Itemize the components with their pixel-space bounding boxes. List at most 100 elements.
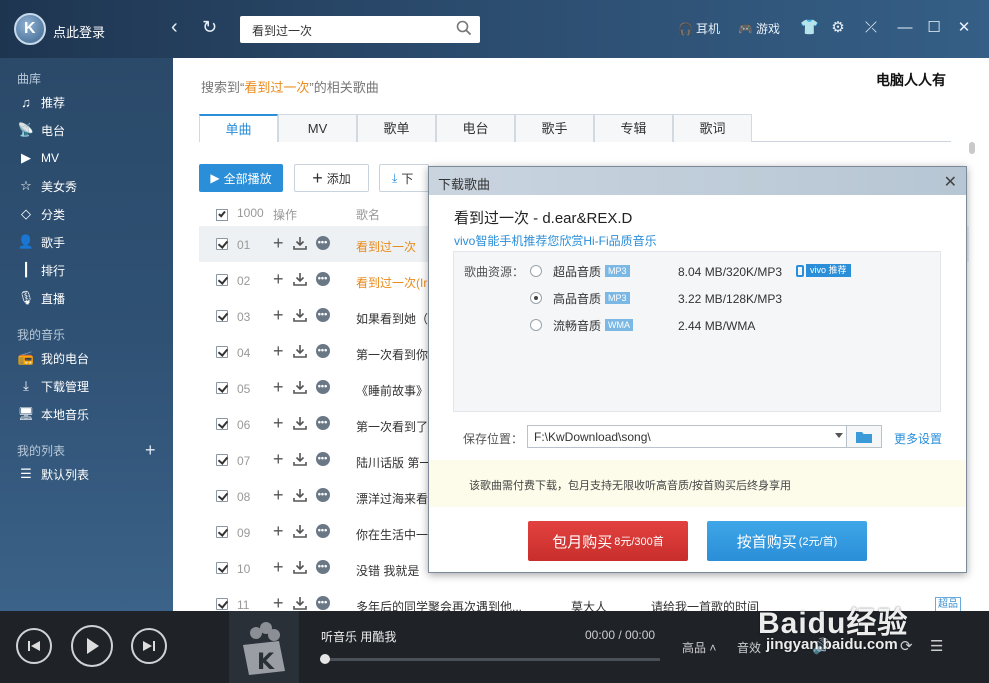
playlist-icon[interactable]: ☰ [930,637,943,655]
song-name[interactable]: 你在生活中一 [356,526,428,543]
select-all-checkbox[interactable] [216,206,228,221]
download-icon[interactable] [292,415,308,431]
row-checkbox[interactable] [216,526,228,538]
sidebar-item-mv[interactable]: ▶ MV [17,148,59,168]
dialog-header[interactable]: 下载歌曲 ✕ [429,167,966,195]
sidebar-item-recommend[interactable]: ♫ 推荐 [17,92,65,112]
sidebar-item-category[interactable]: ◇ 分类 [17,204,65,224]
quality-selector[interactable]: 高品 ˄ [682,639,716,656]
single-purchase-button[interactable]: 按首购买 (2元/首) [707,521,867,561]
search-box[interactable]: 看到过一次 [240,16,480,43]
row-checkbox[interactable] [216,382,228,394]
add-to-list-icon[interactable]: + [273,306,284,324]
row-checkbox[interactable] [216,454,228,466]
quality-option-smooth[interactable]: 流畅音质 WMA [530,316,634,334]
monthly-purchase-button[interactable]: 包月购买 8元/300首 [528,521,688,561]
maximize-icon[interactable]: ☐ [925,19,943,37]
song-name[interactable]: 看到过一次(Ir [356,274,427,291]
skin-icon[interactable]: 👕 [800,19,819,37]
radio-super[interactable] [530,265,542,277]
more-icon[interactable]: ••• [315,524,330,538]
add-to-list-icon[interactable]: + [273,378,284,396]
minimize-icon[interactable]: — [896,19,914,37]
row-checkbox[interactable] [216,346,228,358]
sidebar-item-live[interactable]: 🎙 直播 [17,288,65,308]
progress-bar[interactable] [320,658,660,661]
tab-mv[interactable]: MV [278,114,357,142]
more-icon[interactable]: ••• [315,452,330,466]
add-to-list-icon[interactable]: + [273,486,284,504]
download-icon[interactable] [292,235,308,251]
add-button[interactable]: + 添加 [294,164,369,192]
download-icon[interactable] [292,559,308,575]
more-icon[interactable]: ••• [315,236,330,250]
tab-playlists[interactable]: 歌单 [357,114,436,142]
progress-knob[interactable] [320,654,330,664]
sidebar-item-rank[interactable]: ┃ 排行 [17,260,65,280]
row-checkbox[interactable] [216,418,228,430]
add-to-list-icon[interactable]: + [273,594,284,612]
download-icon[interactable] [292,343,308,359]
more-icon[interactable]: ••• [315,344,330,358]
download-icon[interactable] [292,595,308,611]
chevron-down-icon[interactable] [835,433,843,438]
tab-singers[interactable]: 歌手 [515,114,594,142]
more-icon[interactable]: ••• [315,416,330,430]
row-checkbox[interactable] [216,490,228,502]
add-to-list-icon[interactable]: + [273,558,284,576]
sidebar-item-download-manager[interactable]: ⤓ 下载管理 [17,376,89,396]
more-icon[interactable]: ••• [315,488,330,502]
back-icon[interactable]: ‹ [171,17,178,37]
row-checkbox[interactable] [216,598,228,610]
mini-mode-icon[interactable]: ⤫ [862,19,880,37]
song-name[interactable]: 漂洋过海来看 [356,490,428,507]
prev-button[interactable] [16,628,52,664]
play-button[interactable] [71,625,113,667]
radio-smooth[interactable] [530,319,542,331]
tab-lyrics[interactable]: 歌词 [673,114,752,142]
games-button[interactable]: 🎮 游戏 [738,20,780,37]
search-input[interactable]: 看到过一次 [252,22,312,39]
song-name[interactable]: 陆川话版 第一 [356,454,431,471]
close-icon[interactable]: ✕ [955,19,973,37]
next-button[interactable] [131,628,167,664]
row-checkbox[interactable] [216,310,228,322]
add-to-list-icon[interactable]: + [273,414,284,432]
sidebar-item-default-list[interactable]: ☰ 默认列表 [17,464,89,484]
save-path-input[interactable]: F:\KwDownload\song\ [527,425,847,448]
album-cover[interactable]: K [229,611,299,683]
add-list-icon[interactable]: + [145,440,156,461]
quality-option-super[interactable]: 超品音质 MP3 [530,262,630,280]
download-icon[interactable] [292,307,308,323]
sidebar-item-radio[interactable]: 📡 电台 [17,120,65,140]
search-icon[interactable] [456,20,472,36]
row-checkbox[interactable] [216,562,228,574]
sidebar-item-singer[interactable]: 👤 歌手 [17,232,65,252]
vivo-ad-link[interactable]: vivo智能手机推荐您欣赏Hi-Fi品质音乐 [454,232,657,249]
settings-gear-icon[interactable]: ⚙ [829,19,847,37]
headphones-button[interactable]: 🎧 耳机 [678,20,720,37]
quality-option-high[interactable]: 高品音质 MP3 [530,289,630,307]
play-all-button[interactable]: ▶ 全部播放 [199,164,283,192]
tab-songs[interactable]: 单曲 [199,114,278,142]
add-to-list-icon[interactable]: + [273,450,284,468]
row-checkbox[interactable] [216,274,228,286]
more-settings-link[interactable]: 更多设置 [894,430,942,447]
more-icon[interactable]: ••• [315,272,330,286]
download-icon[interactable] [292,523,308,539]
scrollbar-thumb[interactable] [969,142,975,154]
song-name[interactable]: 第一次看到你 [356,346,428,363]
song-name[interactable]: 如果看到她（ [356,310,428,327]
download-button[interactable]: ⤓ 下 [379,164,429,192]
kuwo-logo-icon[interactable]: K [14,13,46,45]
sidebar-item-local-music[interactable]: 🖥 本地音乐 [17,404,89,424]
song-name[interactable]: 看到过一次 [356,238,416,255]
song-name[interactable]: 第一次看到了 [356,418,428,435]
download-icon[interactable] [292,271,308,287]
row-checkbox[interactable] [216,238,228,250]
download-icon[interactable] [292,487,308,503]
more-icon[interactable]: ••• [315,560,330,574]
add-to-list-icon[interactable]: + [273,270,284,288]
add-to-list-icon[interactable]: + [273,342,284,360]
browse-folder-button[interactable] [846,425,882,448]
